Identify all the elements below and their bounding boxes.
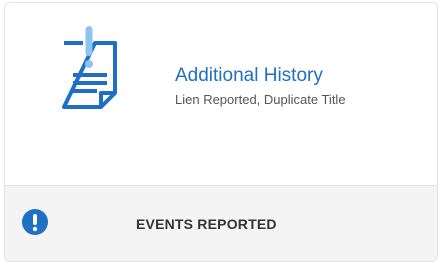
- document-alert-icon: [62, 26, 117, 109]
- card-footer: EVENTS REPORTED: [5, 185, 437, 261]
- card-text: Additional History Lien Reported, Duplic…: [175, 64, 346, 108]
- card-title[interactable]: Additional History: [175, 64, 346, 88]
- exclamation-circle-icon: [22, 209, 48, 235]
- card-subtitle: Lien Reported, Duplicate Title: [175, 92, 346, 107]
- events-reported-label: EVENTS REPORTED: [136, 216, 277, 232]
- additional-history-card[interactable]: Additional History Lien Reported, Duplic…: [4, 2, 438, 262]
- card-header: Additional History Lien Reported, Duplic…: [5, 3, 437, 185]
